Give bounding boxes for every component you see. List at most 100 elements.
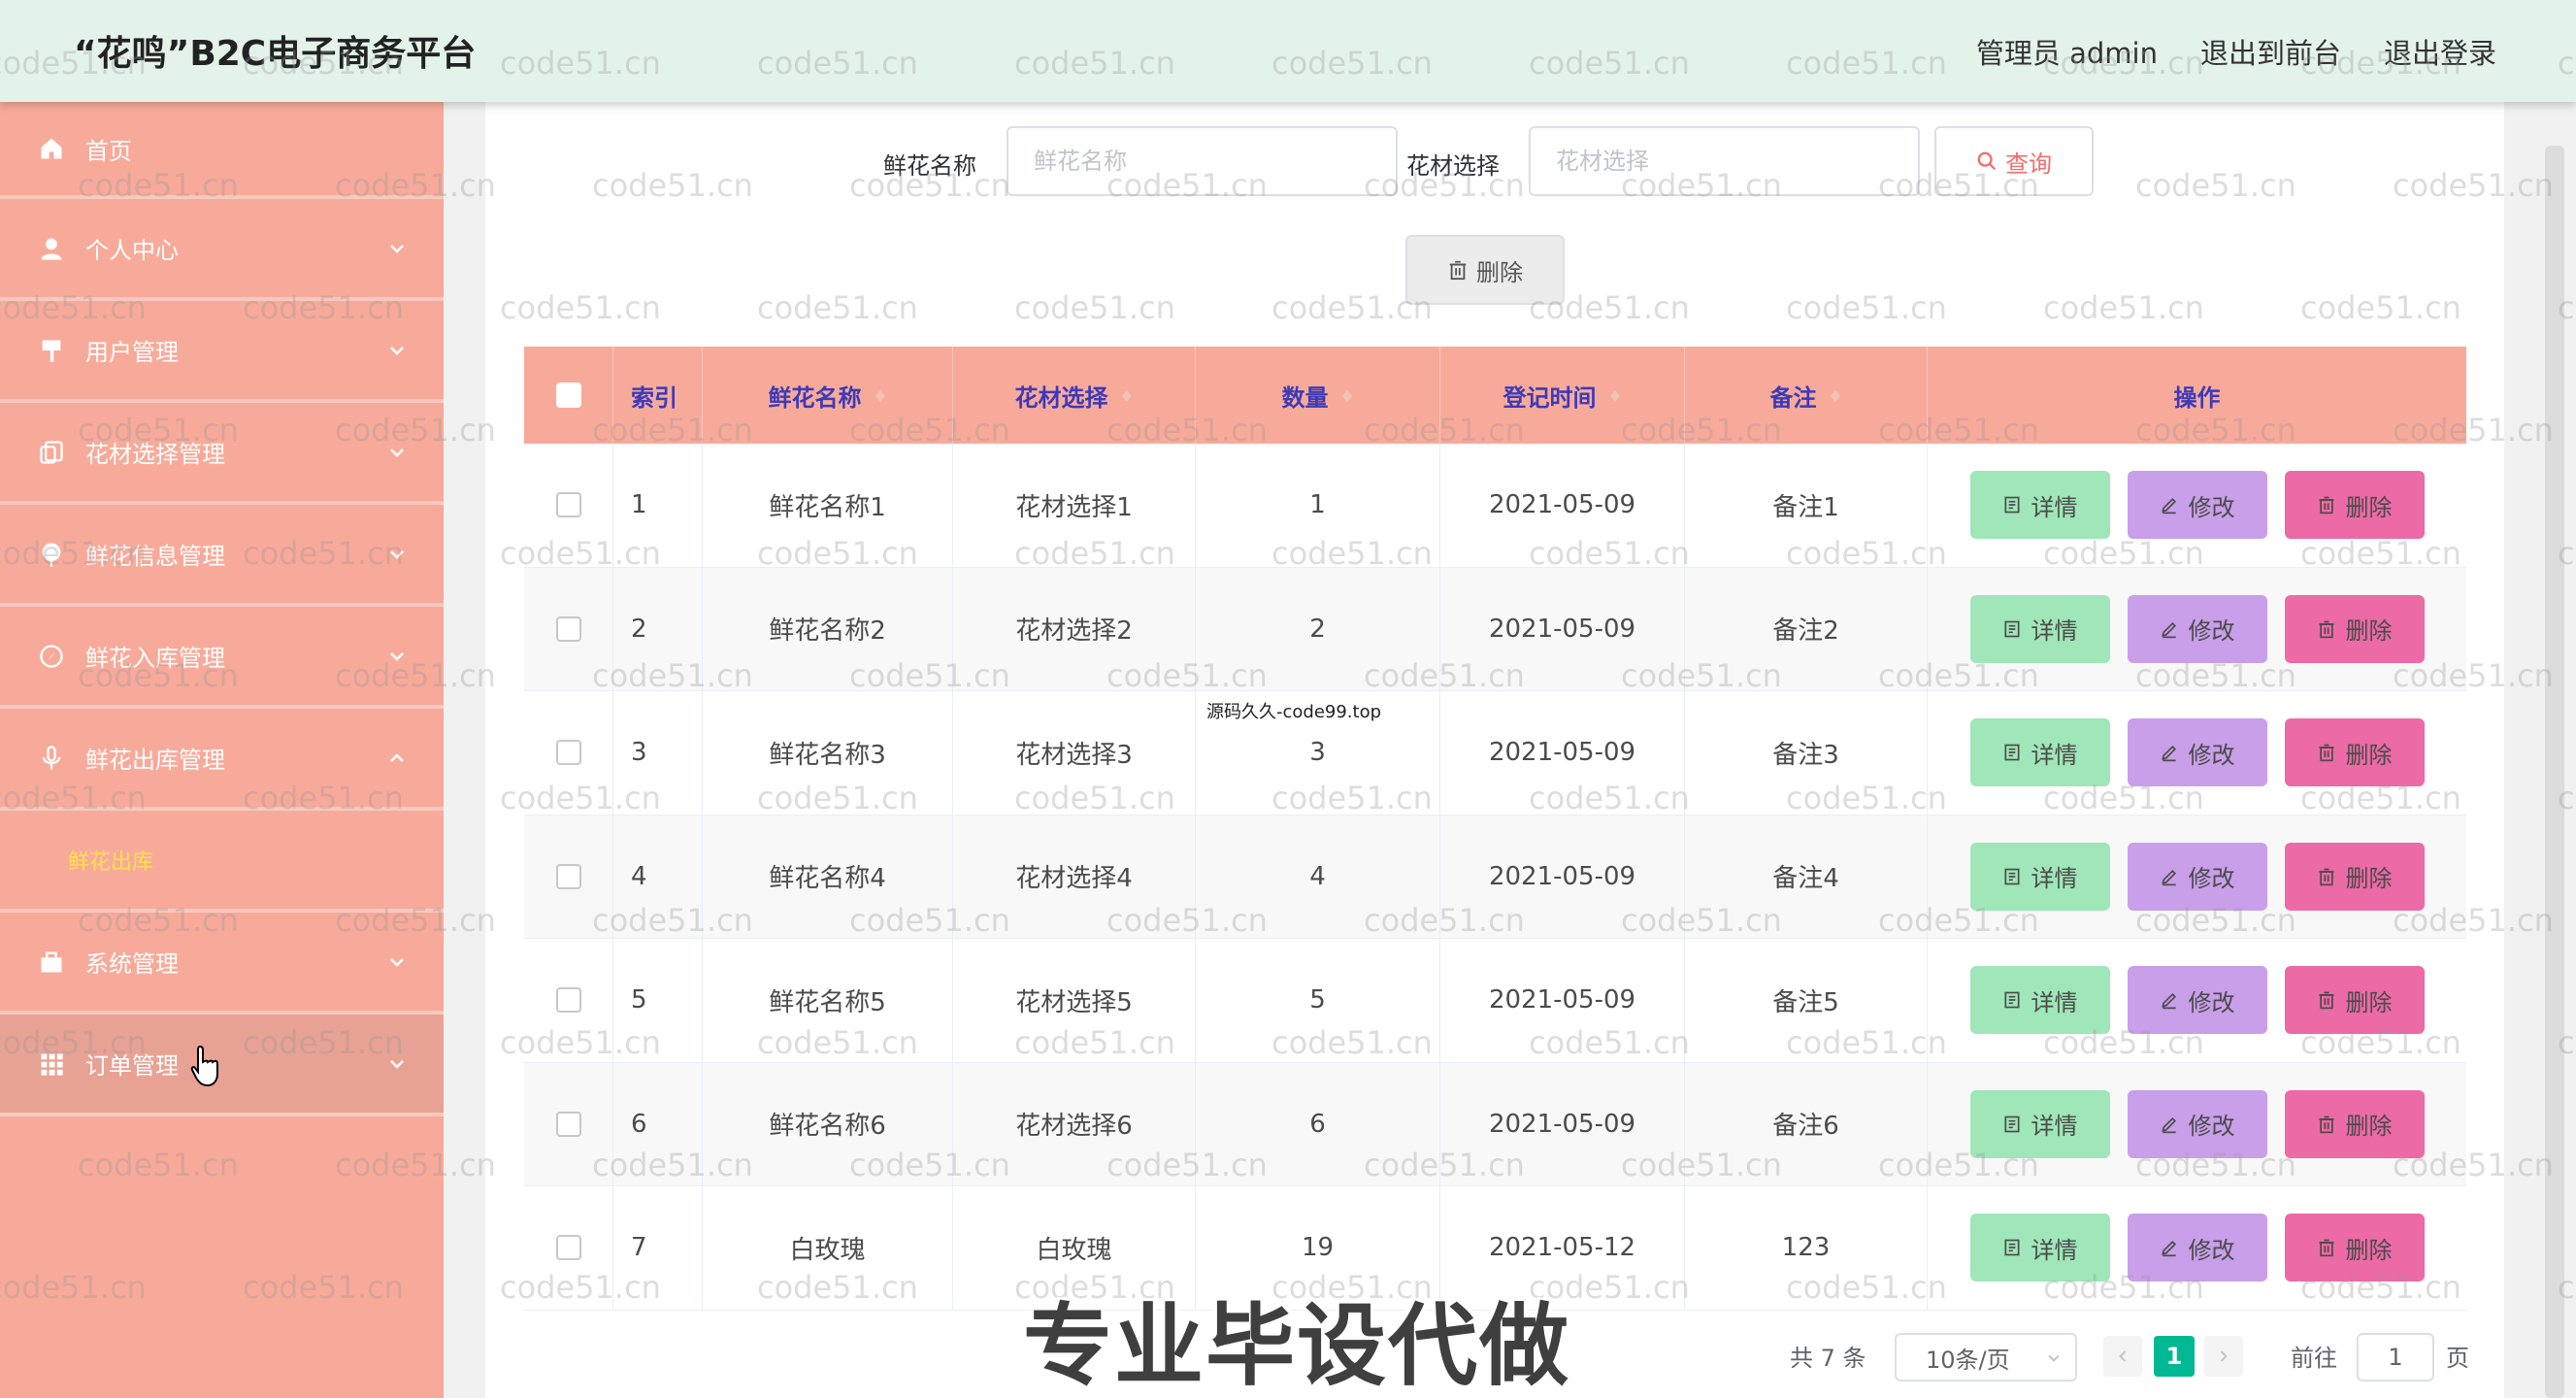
detail-button[interactable]: 详情 (1969, 1089, 2110, 1158)
sidebar-item-label: 用户管理 (85, 339, 179, 366)
delete-label: 删除 (2345, 988, 2393, 1016)
row-date: 2021-05-09 (1440, 939, 1685, 1062)
logout-link[interactable]: 退出登录 (2384, 31, 2496, 72)
delete-button[interactable]: 删除 (2284, 966, 2425, 1035)
flower-name-input[interactable] (1007, 126, 1398, 196)
row-checkbox[interactable] (555, 1111, 581, 1137)
sort-icon[interactable] (1340, 385, 1354, 405)
row-actions: 详情 修改 删除 (1928, 1186, 2466, 1310)
edit-button[interactable]: 修改 (2127, 718, 2267, 787)
query-button[interactable]: 查询 (1934, 126, 2094, 196)
sidebar: 首页 个人中心 用户管理 花材选择管理 鲜花信息管理 鲜花入库管理 鲜花出库管理… (0, 102, 444, 1398)
detail-button[interactable]: 详情 (1969, 718, 2110, 787)
header-date[interactable]: 登记时间 (1440, 347, 1685, 444)
row-note: 备注4 (1685, 815, 1928, 938)
delete-button[interactable]: 删除 (2284, 594, 2425, 663)
row-quantity: 1 (1196, 444, 1440, 567)
row-checkbox[interactable] (555, 616, 581, 642)
sidebar-item-stock-in[interactable]: 鲜花入库管理 (0, 607, 444, 709)
sidebar-item-label: 系统管理 (85, 950, 179, 978)
page-size-select[interactable]: 10条/页 (1895, 1333, 2077, 1381)
sidebar-item-stock-out[interactable]: 鲜花出库管理 (0, 709, 444, 811)
back-to-front-link[interactable]: 退出到前台 (2200, 31, 2341, 72)
detail-button[interactable]: 详情 (1969, 966, 2110, 1035)
row-date: 2021-05-09 (1440, 444, 1685, 567)
row-actions: 详情 修改 删除 (1928, 691, 2466, 815)
sidebar-item-personal-center[interactable]: 个人中心 (0, 199, 444, 301)
sidebar-item-label: 花材选择管理 (85, 441, 225, 468)
trash-icon (2317, 990, 2336, 1010)
sort-icon[interactable] (1120, 385, 1134, 405)
header-note[interactable]: 备注 (1685, 347, 1928, 444)
delete-button[interactable]: 删除 (2284, 842, 2425, 911)
row-checkbox[interactable] (555, 1235, 581, 1261)
row-flower-name: 白玫瑰 (703, 1186, 953, 1310)
goto-unit: 页 (2446, 1345, 2469, 1372)
row-note: 备注2 (1685, 567, 1928, 690)
trash-icon (2317, 1238, 2336, 1257)
edit-button[interactable]: 修改 (2127, 842, 2267, 911)
delete-button[interactable]: 删除 (2284, 718, 2425, 787)
sort-icon[interactable] (874, 385, 887, 405)
row-quantity: 4 (1196, 815, 1440, 938)
batch-delete-button[interactable]: 删除 (1405, 235, 1565, 305)
material-input[interactable] (1529, 126, 1920, 196)
next-page-button[interactable] (2204, 1336, 2243, 1377)
row-checkbox[interactable] (555, 740, 581, 766)
edit-button[interactable]: 修改 (2127, 1214, 2267, 1282)
prev-page-button[interactable] (2103, 1336, 2142, 1377)
sidebar-item-home[interactable]: 首页 (0, 102, 444, 199)
document-icon (2002, 990, 2022, 1010)
edit-label: 修改 (2188, 988, 2235, 1016)
chevron-up-icon (390, 752, 404, 762)
admin-user-link[interactable]: 管理员 admin (1976, 31, 2158, 72)
search-icon (1977, 151, 1997, 171)
page-size-value: 10条/页 (1926, 1346, 2010, 1374)
page-number-current[interactable]: 1 (2154, 1336, 2195, 1377)
header-quantity[interactable]: 数量 (1196, 347, 1440, 444)
sort-icon[interactable] (1608, 385, 1622, 405)
detail-button[interactable]: 详情 (1969, 594, 2110, 663)
table-row: 5 鲜花名称5 花材选择5 5 2021-05-09 备注5 详情 修改 删除 (524, 939, 2466, 1063)
row-checkbox[interactable] (555, 987, 581, 1014)
delete-button[interactable]: 删除 (2284, 1214, 2425, 1282)
row-select-cell (524, 1062, 613, 1185)
detail-button[interactable]: 详情 (1969, 1214, 2110, 1282)
sort-icon[interactable] (1829, 385, 1842, 405)
sidebar-item-material-management[interactable]: 花材选择管理 (0, 403, 444, 505)
detail-button[interactable]: 详情 (1969, 471, 2110, 540)
row-checkbox[interactable] (555, 492, 581, 518)
edit-button[interactable]: 修改 (2127, 966, 2267, 1035)
edit-button[interactable]: 修改 (2127, 594, 2267, 663)
edit-button[interactable]: 修改 (2127, 471, 2267, 540)
user-icon (37, 234, 66, 263)
pencil-icon (2160, 619, 2179, 639)
sidebar-subitem-stock-out[interactable]: 鲜花出库 (0, 811, 444, 913)
mic-icon (37, 744, 66, 773)
chevron-down-icon (390, 957, 404, 967)
sidebar-item-user-management[interactable]: 用户管理 (0, 301, 444, 403)
sidebar-item-system-management[interactable]: 系统管理 (0, 913, 444, 1015)
goto-page-input[interactable]: 1 (2357, 1333, 2434, 1381)
edit-button[interactable]: 修改 (2127, 1089, 2267, 1158)
row-select-cell (524, 815, 613, 938)
sidebar-item-label: 鲜花信息管理 (85, 543, 225, 570)
row-material: 花材选择4 (953, 815, 1196, 938)
header-material[interactable]: 花材选择 (953, 347, 1196, 444)
edit-label: 修改 (2188, 493, 2235, 521)
row-flower-name: 鲜花名称4 (703, 815, 953, 938)
sidebar-item-label: 个人中心 (85, 237, 179, 264)
header-index: 索引 (613, 347, 703, 444)
chevron-down-icon (390, 244, 404, 253)
select-all-checkbox[interactable] (555, 383, 581, 408)
row-select-cell (524, 567, 613, 690)
detail-button[interactable]: 详情 (1969, 842, 2110, 911)
document-icon (2002, 867, 2022, 886)
sidebar-item-flower-info[interactable]: 鲜花信息管理 (0, 505, 444, 607)
delete-button[interactable]: 删除 (2284, 1089, 2425, 1158)
table-row: 3 鲜花名称3 花材选择3 3 2021-05-09 备注3 详情 修改 删除 (524, 691, 2466, 816)
row-checkbox[interactable] (555, 863, 581, 889)
delete-button[interactable]: 删除 (2284, 471, 2425, 540)
header-flower-name[interactable]: 鲜花名称 (703, 347, 953, 444)
scrollbar[interactable] (2545, 146, 2564, 1398)
